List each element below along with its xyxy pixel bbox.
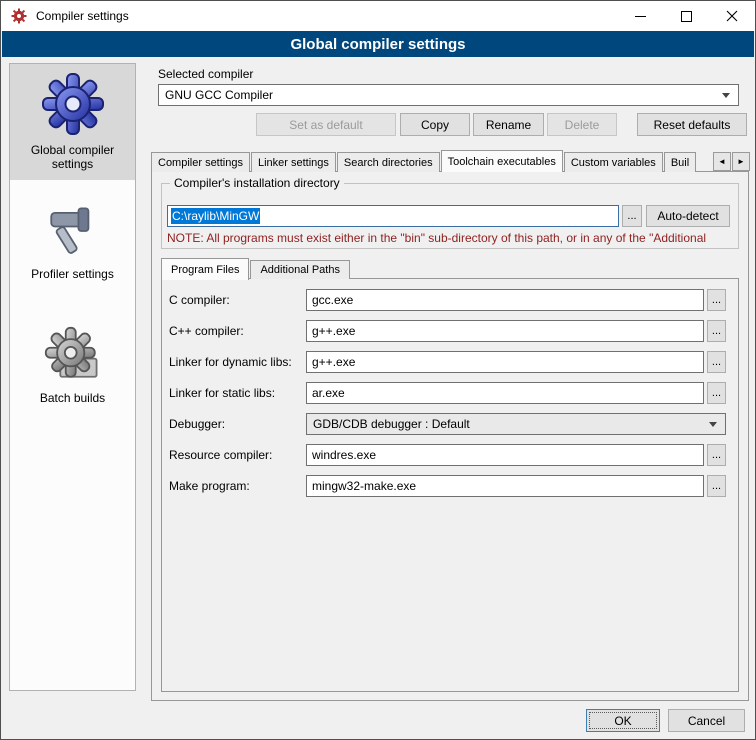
resource-compiler-input[interactable] bbox=[306, 444, 704, 466]
close-icon bbox=[726, 10, 738, 22]
sidebar: Global compiler settings Profiler settin… bbox=[9, 63, 136, 691]
tab-scroll-right-button[interactable]: ► bbox=[732, 152, 750, 171]
cpp-compiler-row: C++ compiler: ... bbox=[169, 320, 726, 342]
sidebar-item-global-compiler-settings[interactable]: Global compiler settings bbox=[10, 64, 135, 180]
gear-icon bbox=[12, 72, 133, 136]
window-title: Compiler settings bbox=[36, 9, 129, 23]
c-compiler-input[interactable] bbox=[306, 289, 704, 311]
resource-compiler-label: Resource compiler: bbox=[169, 448, 306, 462]
tab-program-files[interactable]: Program Files bbox=[161, 258, 249, 280]
close-button[interactable] bbox=[709, 1, 755, 31]
delete-button[interactable]: Delete bbox=[547, 113, 617, 136]
selected-compiler-label: Selected compiler bbox=[158, 67, 253, 81]
page-title: Global compiler settings bbox=[2, 31, 754, 57]
auto-detect-button[interactable]: Auto-detect bbox=[646, 205, 730, 227]
linker-dynamic-label: Linker for dynamic libs: bbox=[169, 355, 306, 369]
cpp-compiler-browse-button[interactable]: ... bbox=[707, 320, 726, 342]
reset-defaults-button[interactable]: Reset defaults bbox=[637, 113, 747, 136]
tab-toolchain-executables[interactable]: Toolchain executables bbox=[441, 150, 563, 172]
installation-directory-value: C:\raylib\MinGW bbox=[171, 208, 260, 224]
copy-button[interactable]: Copy bbox=[400, 113, 470, 136]
tab-scroll-left-button[interactable]: ◄ bbox=[713, 152, 731, 171]
tab-additional-paths[interactable]: Additional Paths bbox=[250, 260, 350, 279]
cpp-compiler-label: C++ compiler: bbox=[169, 324, 306, 338]
chevron-down-icon bbox=[709, 422, 717, 427]
tab-custom-variables[interactable]: Custom variables bbox=[564, 152, 663, 172]
resource-compiler-browse-button[interactable]: ... bbox=[707, 444, 726, 466]
linker-dynamic-row: Linker for dynamic libs: ... bbox=[169, 351, 726, 373]
tab-scroll-controls: ◄ ► bbox=[713, 152, 750, 171]
subtab-strip: Program Files Additional Paths bbox=[161, 258, 351, 279]
ok-button[interactable]: OK bbox=[586, 709, 660, 732]
tab-search-directories[interactable]: Search directories bbox=[337, 152, 440, 172]
maximize-icon bbox=[681, 11, 692, 22]
debugger-label: Debugger: bbox=[169, 417, 306, 431]
window-icon bbox=[11, 8, 27, 24]
selected-compiler-dropdown[interactable]: GNU GCC Compiler bbox=[158, 84, 739, 106]
note-text: NOTE: All programs must exist either in … bbox=[167, 231, 734, 245]
c-compiler-browse-button[interactable]: ... bbox=[707, 289, 726, 311]
make-program-input[interactable] bbox=[306, 475, 704, 497]
debugger-value: GDB/CDB debugger : Default bbox=[313, 417, 470, 431]
c-compiler-row: C compiler: ... bbox=[169, 289, 726, 311]
tab-compiler-settings[interactable]: Compiler settings bbox=[151, 152, 250, 172]
browse-directory-button[interactable]: ... bbox=[622, 205, 642, 227]
cancel-button[interactable]: Cancel bbox=[668, 709, 745, 732]
resource-compiler-row: Resource compiler: ... bbox=[169, 444, 726, 466]
debugger-row: Debugger: GDB/CDB debugger : Default bbox=[169, 413, 726, 435]
linker-static-input[interactable] bbox=[306, 382, 704, 404]
linker-dynamic-browse-button[interactable]: ... bbox=[707, 351, 726, 373]
sidebar-item-label: Batch builds bbox=[12, 391, 133, 405]
sidebar-item-batch-builds[interactable]: Batch builds bbox=[10, 318, 135, 414]
tab-linker-settings[interactable]: Linker settings bbox=[251, 152, 336, 172]
minimize-button[interactable] bbox=[617, 1, 663, 31]
sidebar-item-label: Global compiler settings bbox=[12, 143, 133, 171]
debugger-dropdown[interactable]: GDB/CDB debugger : Default bbox=[306, 413, 726, 435]
make-program-browse-button[interactable]: ... bbox=[707, 475, 726, 497]
sidebar-item-label: Profiler settings bbox=[12, 267, 133, 281]
chevron-down-icon bbox=[722, 93, 730, 98]
selected-compiler-value: GNU GCC Compiler bbox=[165, 88, 273, 102]
tab-build-options[interactable]: Buil bbox=[664, 152, 696, 172]
linker-static-label: Linker for static libs: bbox=[169, 386, 306, 400]
rename-button[interactable]: Rename bbox=[473, 113, 544, 136]
make-program-row: Make program: ... bbox=[169, 475, 726, 497]
maximize-button[interactable] bbox=[663, 1, 709, 31]
cpp-compiler-input[interactable] bbox=[306, 320, 704, 342]
sidebar-item-profiler-settings[interactable]: Profiler settings bbox=[10, 194, 135, 290]
installation-directory-group-label: Compiler's installation directory bbox=[170, 176, 344, 190]
tab-strip: Compiler settings Linker settings Search… bbox=[151, 150, 713, 172]
hammer-icon bbox=[12, 202, 133, 260]
linker-static-row: Linker for static libs: ... bbox=[169, 382, 726, 404]
gear-stack-icon bbox=[12, 326, 133, 384]
minimize-icon bbox=[635, 11, 646, 22]
make-program-label: Make program: bbox=[169, 479, 306, 493]
linker-static-browse-button[interactable]: ... bbox=[707, 382, 726, 404]
compiler-settings-window: Compiler settings Global compiler settin… bbox=[0, 0, 756, 740]
titlebar: Compiler settings bbox=[1, 1, 755, 31]
installation-directory-input[interactable]: C:\raylib\MinGW bbox=[167, 205, 619, 227]
window-controls bbox=[617, 1, 755, 31]
linker-dynamic-input[interactable] bbox=[306, 351, 704, 373]
c-compiler-label: C compiler: bbox=[169, 293, 306, 307]
set-as-default-button[interactable]: Set as default bbox=[256, 113, 396, 136]
